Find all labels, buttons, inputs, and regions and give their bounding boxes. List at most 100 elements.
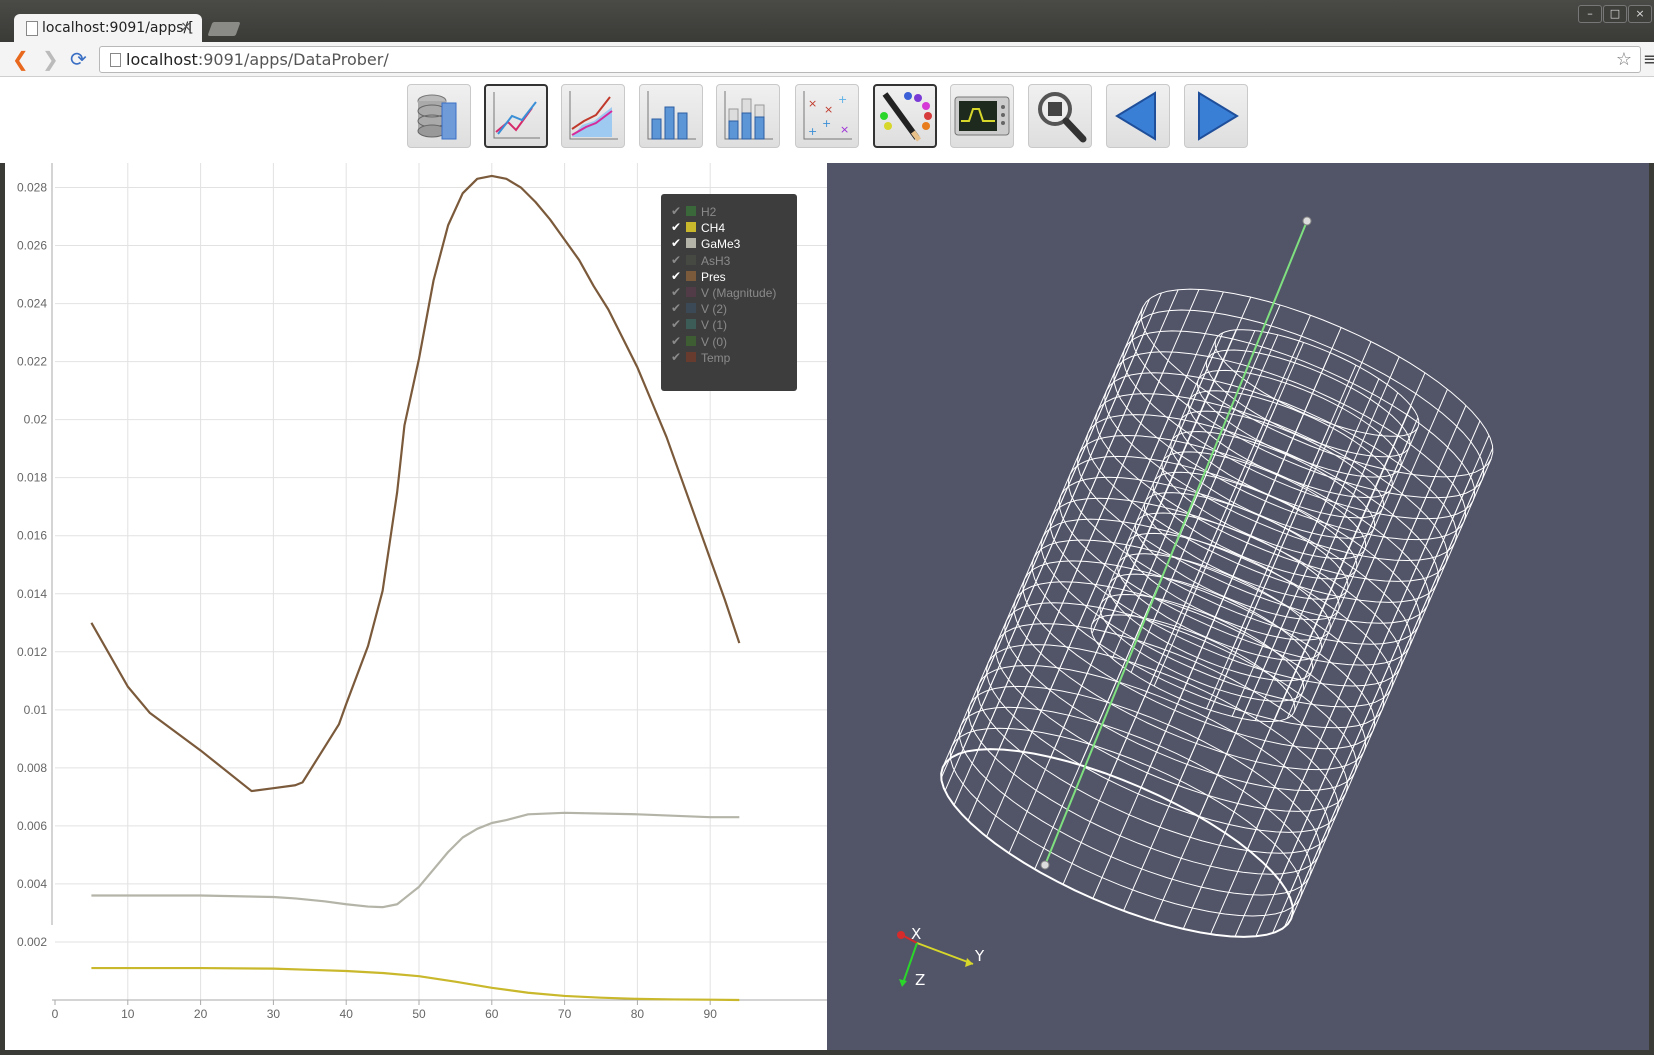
orientation-axes: X Y Z [897, 925, 985, 989]
x-tick-label: 40 [340, 1007, 354, 1021]
legend-label: CH4 [701, 221, 726, 236]
forward-button[interactable]: ❯ [42, 49, 59, 69]
legend-checkbox[interactable]: ✔ [671, 220, 683, 234]
x-tick-label: 0 [52, 1007, 59, 1021]
legend-checkbox[interactable]: ✔ [671, 269, 683, 283]
bookmark-star-icon[interactable]: ☆ [1616, 47, 1632, 72]
zoom-icon [1038, 92, 1087, 143]
x-axis-label: X [911, 925, 921, 943]
legend-swatch [686, 206, 696, 216]
y-tick-label: 0.01 [24, 703, 48, 717]
legend-label: V (2) [701, 302, 728, 317]
scatter-plot-button[interactable]: × × + + + × [795, 84, 859, 148]
area-chart-button[interactable] [561, 84, 625, 148]
z-axis-label: Z [915, 971, 925, 989]
series-line-pres[interactable] [90, 174, 741, 793]
legend-checkbox[interactable]: ✔ [671, 236, 683, 250]
window-frame-bottom [0, 1050, 1654, 1055]
x-axis-tip [897, 931, 905, 939]
probe-handle-start[interactable] [1040, 860, 1050, 870]
x-tick-label: 50 [412, 1007, 426, 1021]
svg-text:×: × [808, 97, 817, 110]
series-line-game3[interactable] [91, 811, 740, 909]
svg-text:×: × [824, 103, 833, 116]
browser-tab[interactable]: localhost:9091/apps/[ × [14, 14, 202, 42]
legend-label: V (Magnitude) [701, 286, 777, 300]
page-icon [110, 53, 121, 67]
bar-chart-icon [647, 91, 696, 140]
legend-swatch [686, 319, 696, 330]
legend-label: Pres [701, 269, 726, 284]
zoom-button[interactable] [1028, 84, 1092, 148]
tab-title: localhost:9091/apps/[ [42, 20, 194, 36]
legend-checkbox[interactable]: ✔ [671, 285, 683, 299]
svg-text:+: + [822, 117, 831, 130]
page-icon [26, 21, 38, 36]
series-line-ch4[interactable] [91, 966, 740, 1002]
line-chart-icon [493, 92, 540, 139]
maximize-button[interactable]: □ [1603, 5, 1627, 23]
y-axis-label: Y [974, 947, 985, 965]
oscilloscope-icon [954, 96, 1010, 136]
bar-chart-button[interactable] [639, 84, 703, 148]
x-tick-label: 90 [704, 1007, 718, 1021]
legend-checkbox[interactable]: ✔ [671, 350, 683, 364]
data-source-button[interactable] [407, 84, 471, 148]
window-frame-right [1649, 77, 1654, 1055]
next-button[interactable] [1184, 84, 1248, 148]
legend-swatch [686, 287, 696, 297]
legend-label: AsH3 [701, 253, 731, 268]
y-axis-line [916, 942, 974, 965]
previous-button[interactable] [1106, 84, 1170, 148]
address-bar[interactable]: localhost:9091/apps/DataProber/ ☆ [99, 46, 1641, 73]
stacked-bar-chart-button[interactable] [716, 84, 780, 148]
svg-text:+: + [838, 93, 847, 106]
y-tick-label: 0.02 [24, 413, 48, 427]
address-url: localhost:9091/apps/DataProber/ [126, 50, 389, 69]
close-window-button[interactable]: × [1628, 5, 1652, 23]
browser-navbar: ❮ ❯ ⟳ localhost:9091/apps/DataProber/ ☆ … [0, 42, 1654, 77]
y-tick-label: 0.026 [17, 239, 47, 253]
legend-label: GaMe3 [701, 237, 741, 252]
new-tab-button[interactable] [207, 22, 241, 36]
y-tick-label: 0.022 [17, 355, 47, 369]
y-tick-label: 0.006 [17, 819, 47, 833]
x-tick-label: 30 [267, 1007, 281, 1021]
legend-label: H2 [701, 205, 717, 219]
legend-swatch [686, 222, 696, 233]
data-source-icon [417, 94, 457, 140]
y-tick-label: 0.002 [17, 935, 47, 949]
render-view-3d[interactable]: X Y Z [827, 163, 1649, 1050]
oscilloscope-button[interactable] [950, 84, 1014, 148]
x-tick-label: 60 [485, 1007, 499, 1021]
x-tick-label: 80 [631, 1007, 645, 1021]
probe-line[interactable] [1044, 220, 1308, 866]
color-palette-button[interactable] [873, 84, 937, 148]
legend-checkbox[interactable]: ✔ [671, 301, 683, 315]
legend-checkbox[interactable]: ✔ [671, 253, 683, 267]
back-button[interactable]: ❮ [12, 49, 29, 69]
y-tick-label: 0.016 [17, 529, 47, 543]
line-chart-button[interactable] [484, 84, 548, 148]
svg-text:+: + [808, 125, 817, 138]
probe-handle-end[interactable] [1302, 216, 1312, 226]
tab-close-icon[interactable]: × [180, 19, 192, 35]
app-toolbar: × × + + + × [0, 77, 1654, 163]
legend-swatch [686, 351, 696, 362]
area-chart-icon [569, 91, 618, 140]
legend-label: V (0) [701, 334, 728, 349]
reload-button[interactable]: ⟳ [70, 49, 87, 69]
previous-icon [1115, 91, 1156, 141]
y-tick-label: 0.012 [17, 645, 47, 659]
x-tick-label: 70 [558, 1007, 572, 1021]
y-tick-label: 0.018 [17, 471, 47, 485]
minimize-button[interactable]: – [1578, 5, 1602, 23]
wireframe-mesh [940, 288, 1494, 938]
legend-checkbox[interactable]: ✔ [671, 334, 683, 348]
legend-label: V (1) [701, 318, 728, 333]
legend-checkbox[interactable]: ✔ [671, 317, 683, 331]
next-icon [1198, 91, 1239, 141]
x-tick-label: 10 [121, 1007, 135, 1021]
legend-checkbox[interactable]: ✔ [671, 204, 683, 218]
browser-menu-icon[interactable]: ≡ [1643, 49, 1654, 70]
